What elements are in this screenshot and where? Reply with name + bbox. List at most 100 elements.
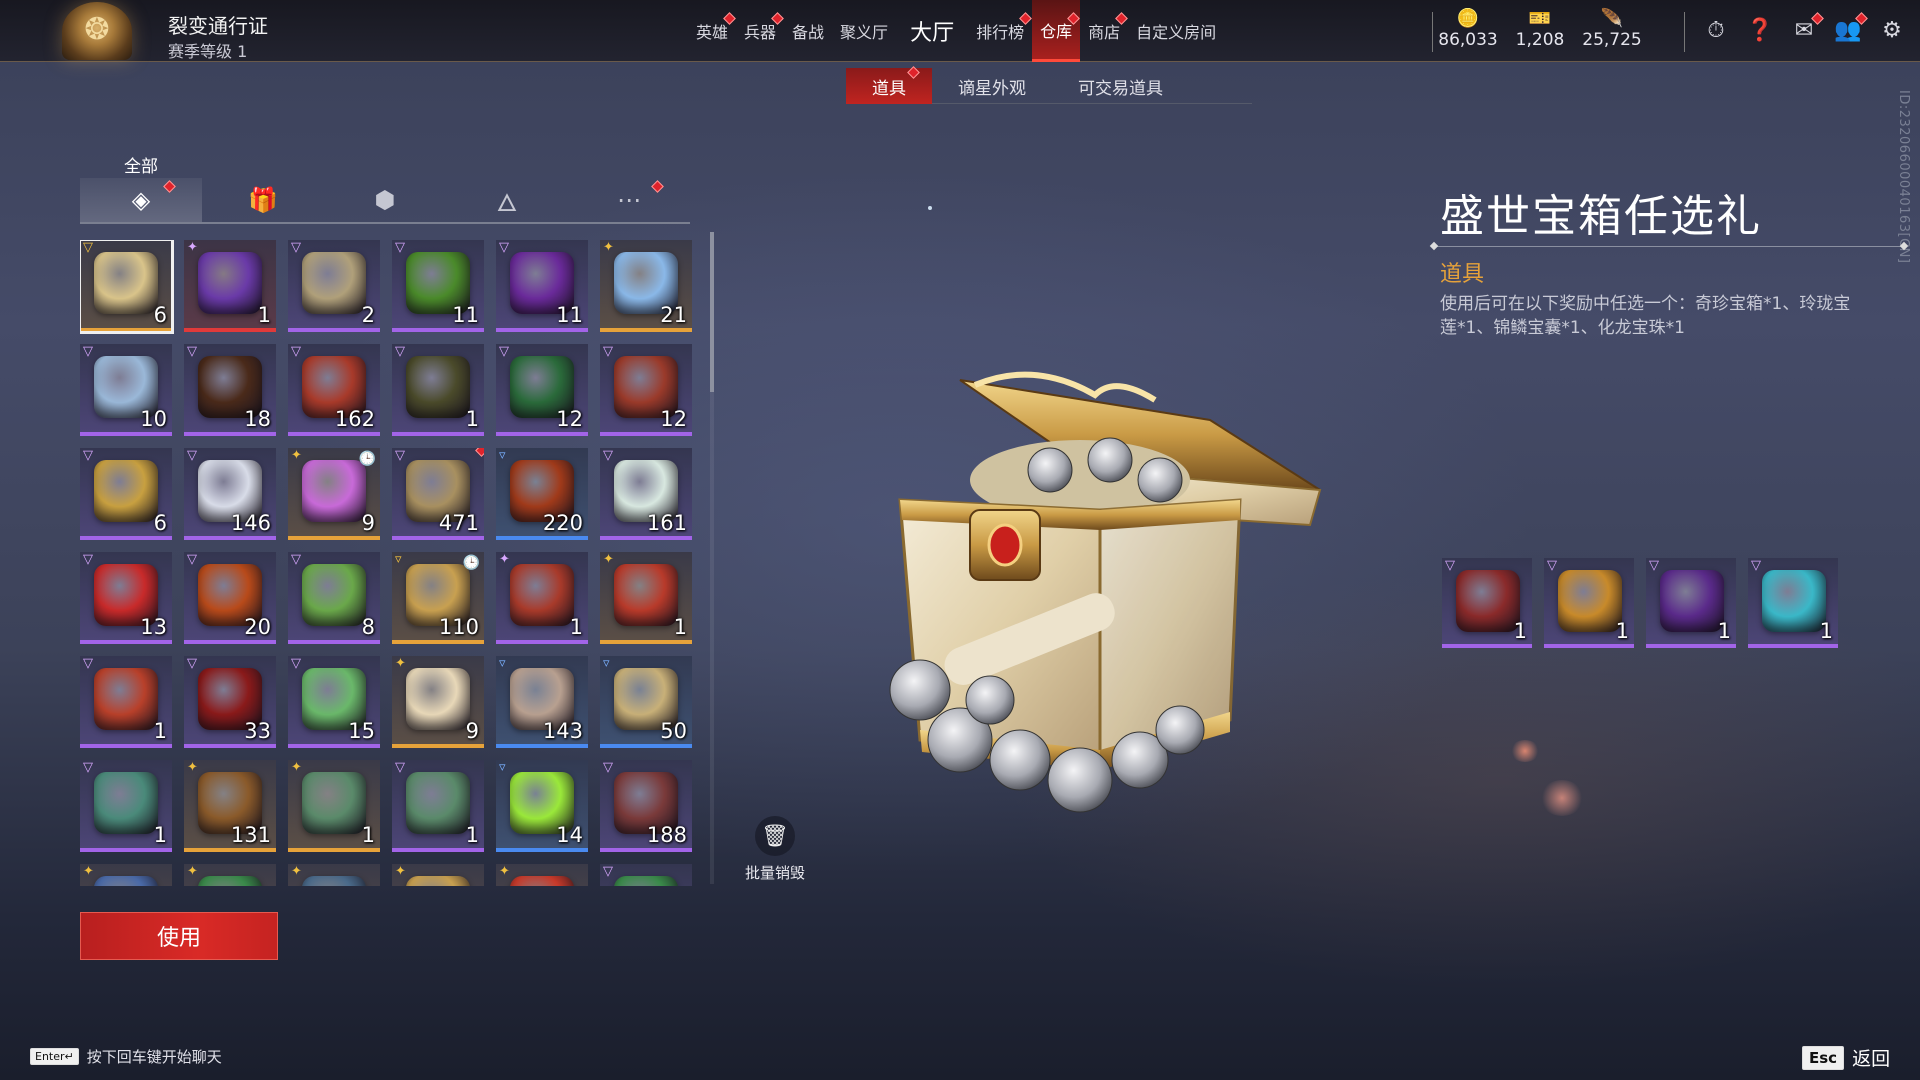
mail-icon[interactable]: ✉ bbox=[1788, 12, 1824, 46]
inventory-slot[interactable]: ▽ 20 bbox=[184, 552, 276, 644]
inventory-slot[interactable]: ▽ 162 bbox=[288, 344, 380, 436]
item-icon bbox=[302, 876, 366, 886]
subtab-2[interactable]: 可交易道具 bbox=[1052, 68, 1189, 104]
inventory-slot[interactable]: ▽ 1 bbox=[80, 656, 172, 748]
item-icon bbox=[94, 772, 158, 834]
nav-item-2[interactable]: 备战 bbox=[784, 0, 832, 62]
inventory-slot[interactable]: ▽ 8 bbox=[288, 552, 380, 644]
category-tab-1[interactable]: 🎁 bbox=[202, 178, 324, 222]
inventory-slot[interactable]: ▿ 220 bbox=[496, 448, 588, 540]
inventory-slot[interactable]: ▽ 10 bbox=[80, 344, 172, 436]
inventory-slot[interactable]: ✦ 1 bbox=[600, 552, 692, 644]
inventory-slot[interactable]: ✦ 1 bbox=[496, 552, 588, 644]
rarity-badge-icon: ▽ bbox=[187, 552, 197, 567]
friends-icon[interactable]: 👥 bbox=[1832, 12, 1868, 46]
bulk-destroy-label: 批量销毁 bbox=[744, 864, 805, 882]
chat-hint[interactable]: Enter↵ 按下回车键开始聊天 bbox=[30, 1046, 222, 1067]
nav-item-4[interactable]: 大厅 bbox=[896, 0, 968, 62]
inventory-slot[interactable]: ▽ 2 bbox=[288, 240, 380, 332]
nav-item-6[interactable]: 仓库 bbox=[1032, 0, 1081, 62]
currency-value: 25,725 bbox=[1582, 30, 1642, 50]
inventory-slot[interactable]: ▽ 13 bbox=[80, 552, 172, 644]
inventory-slot[interactable]: ▿ 14 bbox=[496, 760, 588, 852]
item-count: 1 bbox=[153, 823, 167, 847]
inventory-slot[interactable]: ▽ 6 bbox=[80, 240, 174, 334]
inventory-slot[interactable]: ✦ bbox=[496, 864, 588, 886]
nav-item-3[interactable]: 聚义厅 bbox=[832, 0, 896, 62]
battle-pass-title[interactable]: 裂变通行证 bbox=[168, 10, 268, 39]
inventory-slot[interactable]: ✦ 131 bbox=[184, 760, 276, 852]
inventory-slot[interactable]: ▽ 146 bbox=[184, 448, 276, 540]
category-tab-2[interactable]: ⬢ bbox=[324, 178, 446, 222]
background-star bbox=[928, 206, 932, 210]
inventory-slot[interactable]: ✦ 9 bbox=[392, 656, 484, 748]
inventory-slot[interactable]: ▿ 50 bbox=[600, 656, 692, 748]
item-icon bbox=[302, 460, 366, 522]
reward-option-slot[interactable]: ▽ 1 bbox=[1544, 558, 1634, 648]
stopwatch-icon[interactable]: ⏱ bbox=[1700, 14, 1732, 46]
nav-item-1[interactable]: 兵器 bbox=[736, 0, 784, 62]
background-lantern bbox=[1540, 780, 1584, 816]
inventory-slot[interactable]: ▽ 18 bbox=[184, 344, 276, 436]
top-bar: 裂变通行证 赛季等级 1 英雄兵器备战聚义厅 大厅 排行榜仓库商店自定义房间 🪙86… bbox=[0, 0, 1920, 62]
reward-option-slot[interactable]: ▽ 1 bbox=[1748, 558, 1838, 648]
item-icon bbox=[302, 252, 366, 314]
item-count: 1 bbox=[673, 615, 687, 639]
category-tab-0[interactable]: ◈ bbox=[80, 178, 202, 222]
inventory-slot[interactable]: ▽ 188 bbox=[600, 760, 692, 852]
inventory-slot[interactable]: ▽ 471 bbox=[392, 448, 484, 540]
inventory-slot[interactable]: ▽ 6 bbox=[80, 448, 172, 540]
category-tab-4[interactable]: ⋯ bbox=[568, 178, 690, 222]
category-tab-3[interactable]: 🜂 bbox=[446, 178, 568, 222]
reward-option-slot[interactable]: ▽ 1 bbox=[1646, 558, 1736, 648]
item-count: 18 bbox=[244, 407, 271, 431]
item-count: 1 bbox=[1513, 619, 1527, 643]
currency-0[interactable]: 🪙 86,033 bbox=[1432, 8, 1504, 50]
item-count: 1 bbox=[1819, 619, 1833, 643]
inventory-scroll-thumb[interactable] bbox=[710, 232, 714, 392]
rarity-badge-icon: ▽ bbox=[499, 240, 509, 255]
currency-value: 1,208 bbox=[1515, 30, 1565, 50]
currency-2[interactable]: 🪶 25,725 bbox=[1576, 8, 1648, 50]
inventory-slot[interactable]: ✦ bbox=[392, 864, 484, 886]
inventory-slot[interactable]: ✦ 1 bbox=[184, 240, 276, 332]
inventory-slot[interactable]: ✦ 🕒 9 bbox=[288, 448, 380, 540]
inventory-slot[interactable]: ✦ bbox=[288, 864, 380, 886]
settings-icon[interactable]: ⚙ bbox=[1876, 14, 1908, 46]
subtab-1[interactable]: 谪星外观 bbox=[932, 68, 1052, 104]
inventory-slot[interactable]: ✦ 1 bbox=[288, 760, 380, 852]
inventory-slot[interactable]: ▽ 11 bbox=[392, 240, 484, 332]
battle-pass-emblem[interactable] bbox=[62, 2, 132, 60]
inventory-slot[interactable]: ▿ 143 bbox=[496, 656, 588, 748]
inventory-slot[interactable]: ▽ 15 bbox=[288, 656, 380, 748]
rarity-badge-icon: ✦ bbox=[291, 864, 302, 879]
inventory-slot[interactable]: ▽ 12 bbox=[496, 344, 588, 436]
inventory-slot[interactable]: ▽ 1 bbox=[392, 344, 484, 436]
subtab-0[interactable]: 道具 bbox=[846, 66, 932, 104]
currency-divider bbox=[1684, 12, 1685, 52]
back-button[interactable]: Esc 返回 bbox=[1802, 1044, 1890, 1071]
nav-item-7[interactable]: 商店 bbox=[1080, 0, 1128, 62]
help-icon[interactable]: ❓ bbox=[1744, 14, 1776, 46]
item-icon bbox=[302, 564, 366, 626]
inventory-slot[interactable]: ▽ 1 bbox=[392, 760, 484, 852]
inventory-slot[interactable]: ✦ 21 bbox=[600, 240, 692, 332]
inventory-slot[interactable]: ▿ 🕒 110 bbox=[392, 552, 484, 644]
bulk-destroy-button[interactable]: 🗑 批量销毁 bbox=[740, 816, 810, 883]
inventory-slot[interactable]: ✦ bbox=[184, 864, 276, 886]
reward-option-slot[interactable]: ▽ 1 bbox=[1442, 558, 1532, 648]
currency-1[interactable]: 🎫 1,208 bbox=[1504, 8, 1576, 50]
nav-item-8[interactable]: 自定义房间 bbox=[1128, 0, 1224, 62]
notification-dot bbox=[163, 180, 176, 193]
nav-item-0[interactable]: 英雄 bbox=[688, 0, 736, 62]
inventory-slot[interactable]: ▽ 11 bbox=[496, 240, 588, 332]
use-button[interactable]: 使用 bbox=[80, 912, 278, 960]
inventory-slot[interactable]: ▽ 12 bbox=[600, 344, 692, 436]
inventory-slot[interactable]: ✦ bbox=[80, 864, 172, 886]
inventory-slot[interactable]: ▽ 161 bbox=[600, 448, 692, 540]
inventory-slot[interactable]: ▽ bbox=[600, 864, 692, 886]
inventory-slot[interactable]: ▽ 1 bbox=[80, 760, 172, 852]
inventory-slot[interactable]: ▽ 33 bbox=[184, 656, 276, 748]
nav-item-5[interactable]: 排行榜 bbox=[968, 0, 1032, 62]
item-count: 143 bbox=[542, 719, 583, 743]
